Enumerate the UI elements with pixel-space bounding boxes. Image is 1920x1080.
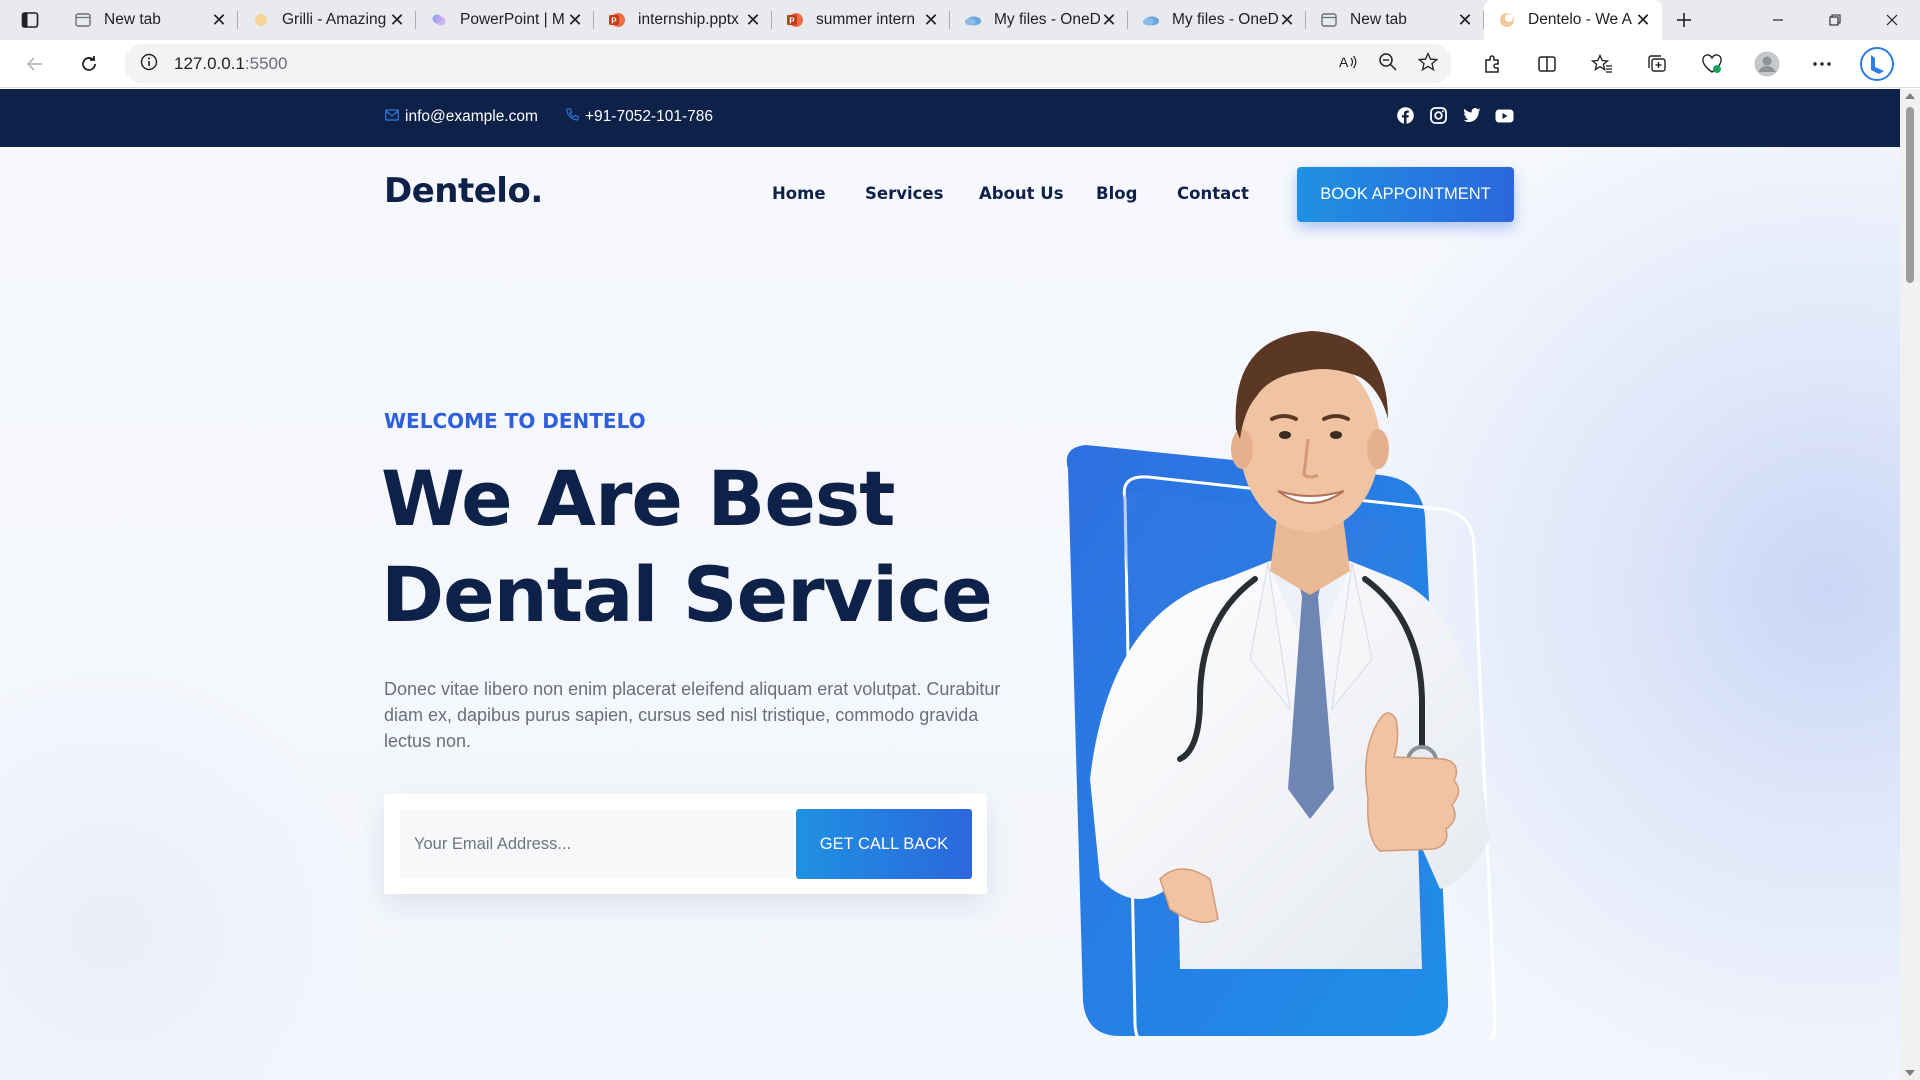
powerpoint-icon: P (608, 11, 626, 29)
browser-tab[interactable]: P internship.pptx ✕ (594, 0, 772, 40)
doctor-hero-image (1066, 331, 1497, 1039)
browser-tab[interactable]: P summer intern ✕ (772, 0, 950, 40)
hero-description: Donec vitae libero non enim placerat ele… (384, 679, 1001, 751)
browser-tab[interactable]: New tab ✕ (1306, 0, 1484, 40)
hero-title-line-2: Dental Service (381, 550, 993, 639)
url-port: :5500 (244, 54, 288, 73)
collections-icon[interactable] (1629, 40, 1684, 88)
nav-link-services[interactable]: Services (865, 184, 943, 203)
onedrive-icon (964, 11, 982, 29)
tab-title: My files - OneD (1172, 11, 1278, 28)
read-aloud-icon[interactable]: A (1338, 52, 1358, 77)
nav-link-about-us[interactable]: About Us (979, 184, 1064, 203)
social-links (1396, 106, 1514, 125)
window-controls (1749, 0, 1920, 40)
scroll-down-icon[interactable] (1905, 1070, 1915, 1076)
hero-title: We Are Best Dental Service (381, 451, 1081, 643)
instagram-icon[interactable] (1429, 106, 1448, 125)
close-icon[interactable]: ✕ (922, 10, 940, 30)
browser-tab[interactable]: My files - OneD ✕ (1128, 0, 1306, 40)
site-info-icon[interactable] (140, 53, 158, 76)
browser-tab[interactable]: PowerPoint | M ✕ (416, 0, 594, 40)
site-logo[interactable]: Dentelo. (384, 171, 543, 211)
twitter-icon[interactable] (1462, 106, 1481, 125)
split-screen-icon[interactable] (1519, 40, 1574, 88)
back-icon[interactable] (8, 40, 62, 88)
phone-icon (566, 108, 585, 126)
page-icon (1320, 11, 1338, 29)
close-icon[interactable]: ✕ (1456, 10, 1474, 30)
browser-tab[interactable]: Grilli - Amazing ✕ (238, 0, 416, 40)
tab-actions-icon[interactable] (0, 0, 60, 40)
address-toolbar: 127.0.0.1:5500 A (0, 40, 1920, 88)
favorite-star-icon[interactable] (1417, 51, 1439, 77)
svg-text:A: A (1339, 54, 1349, 70)
powerpoint-icon: P (786, 11, 804, 29)
tab-title: internship.pptx (638, 11, 739, 28)
nav-link-blog[interactable]: Blog (1096, 184, 1137, 203)
copilot-icon (430, 11, 448, 29)
more-menu-icon[interactable] (1794, 40, 1849, 88)
tab-title: New tab (1350, 11, 1407, 28)
scrollbar-thumb[interactable] (1906, 107, 1914, 283)
onedrive-icon (1142, 11, 1160, 29)
email-contact[interactable]: info@example.com (385, 108, 538, 126)
web-page: info@example.com +91-7052-101-786 Dentel… (0, 89, 1900, 1080)
new-tab-icon[interactable] (1662, 0, 1706, 40)
browser-tab[interactable]: New tab ✕ (60, 0, 238, 40)
youtube-icon[interactable] (1495, 106, 1514, 125)
hero-eyebrow: WELCOME TO DENTELO (384, 409, 646, 433)
facebook-icon[interactable] (1396, 106, 1415, 125)
callback-form: GET CALL BACK (384, 794, 987, 894)
tab-title: New tab (104, 11, 161, 28)
close-window-icon[interactable] (1863, 0, 1920, 40)
browser-tab-bar: New tab ✕ Grilli - Amazing ✕ PowerPoint … (0, 0, 1920, 40)
page-scrollbar[interactable] (1900, 89, 1920, 1080)
minimize-icon[interactable] (1749, 0, 1806, 40)
book-appointment-button[interactable]: BOOK APPOINTMENT (1297, 167, 1514, 222)
close-icon[interactable]: ✕ (1634, 10, 1652, 30)
scroll-up-icon[interactable] (1905, 93, 1915, 99)
tab-title: Dentelo - We A (1528, 11, 1632, 28)
close-icon[interactable]: ✕ (210, 10, 228, 30)
sun-icon (252, 11, 270, 29)
tab-title: My files - OneD (994, 11, 1100, 28)
browser-essentials-icon[interactable] (1684, 40, 1739, 88)
restore-icon[interactable] (1806, 0, 1863, 40)
copilot-sidebar-icon[interactable] (1849, 40, 1904, 88)
close-icon[interactable]: ✕ (1278, 10, 1296, 30)
dentelo-icon (1498, 11, 1516, 29)
close-icon[interactable]: ✕ (1100, 10, 1118, 30)
phone-text: +91-7052-101-786 (585, 108, 713, 125)
tab-title: Grilli - Amazing (282, 11, 387, 28)
svg-text:P: P (611, 16, 617, 25)
email-text: info@example.com (405, 108, 538, 125)
nav-link-contact[interactable]: Contact (1177, 184, 1249, 203)
tab-title: PowerPoint | M (460, 11, 565, 28)
address-bar[interactable]: 127.0.0.1:5500 A (124, 44, 1452, 84)
zoom-icon[interactable] (1378, 52, 1398, 77)
hero-title-line-1: We Are Best (381, 454, 895, 543)
mail-icon (385, 108, 405, 126)
top-contact-bar: info@example.com +91-7052-101-786 (0, 89, 1900, 147)
page-icon (74, 11, 92, 29)
profile-avatar-icon[interactable] (1739, 40, 1794, 88)
tab-title: summer intern (816, 11, 916, 28)
refresh-icon[interactable] (62, 40, 116, 88)
nav-link-home[interactable]: Home (772, 184, 826, 203)
extensions-icon[interactable] (1464, 40, 1519, 88)
close-icon[interactable]: ✕ (388, 10, 406, 30)
favorites-icon[interactable] (1574, 40, 1629, 88)
close-icon[interactable]: ✕ (744, 10, 762, 30)
browser-tab-active[interactable]: Dentelo - We A ✕ (1484, 0, 1662, 40)
close-icon[interactable]: ✕ (566, 10, 584, 30)
url-host: 127.0.0.1 (174, 54, 245, 73)
browser-tab[interactable]: My files - OneD ✕ (950, 0, 1128, 40)
email-input[interactable] (400, 810, 793, 878)
url-text: 127.0.0.1:5500 (174, 54, 287, 74)
get-call-back-button[interactable]: GET CALL BACK (796, 809, 972, 879)
svg-text:P: P (789, 16, 795, 25)
phone-contact[interactable]: +91-7052-101-786 (566, 108, 713, 126)
